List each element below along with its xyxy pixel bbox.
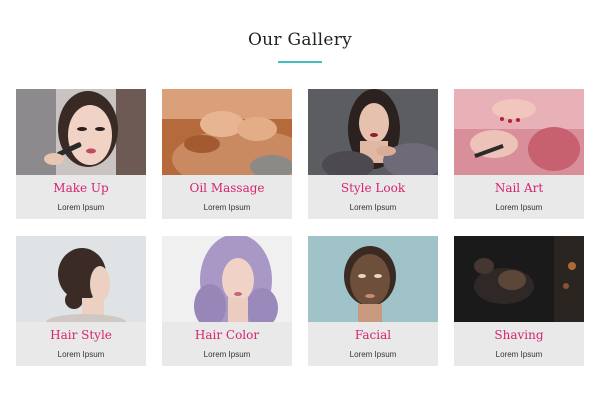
gallery-card-facial[interactable]: Facial Lorem Ipsum bbox=[308, 236, 438, 366]
gallery-card-hair-style[interactable]: Hair Style Lorem Ipsum bbox=[16, 236, 146, 366]
card-title: Hair Style bbox=[50, 328, 112, 342]
card-subtitle: Lorem Ipsum bbox=[203, 203, 251, 212]
gallery-title: Our Gallery bbox=[247, 30, 353, 50]
card-title: Shaving bbox=[494, 328, 544, 342]
card-subtitle: Lorem Ipsum bbox=[495, 203, 543, 212]
card-title: Style Look bbox=[340, 181, 406, 195]
gallery-card-make-up[interactable]: Make Up Lorem Ipsum bbox=[16, 89, 146, 219]
gallery-card-shaving[interactable]: Shaving Lorem Ipsum bbox=[454, 236, 584, 366]
card-subtitle: Lorem Ipsum bbox=[349, 203, 397, 212]
card-subtitle: Lorem Ipsum bbox=[349, 350, 397, 359]
card-title: Hair Color bbox=[194, 328, 260, 342]
massage-photo bbox=[162, 89, 292, 175]
card-title: Facial bbox=[354, 328, 392, 342]
card-title: Nail Art bbox=[494, 181, 544, 195]
card-subtitle: Lorem Ipsum bbox=[203, 350, 251, 359]
nail-art-photo bbox=[454, 89, 584, 175]
hair-color-photo bbox=[162, 236, 292, 322]
hair-style-photo bbox=[16, 236, 146, 322]
card-subtitle: Lorem Ipsum bbox=[57, 350, 105, 359]
style-look-photo bbox=[308, 89, 438, 175]
gallery-card-oil-massage[interactable]: Oil Massage Lorem Ipsum bbox=[162, 89, 292, 219]
card-subtitle: Lorem Ipsum bbox=[57, 203, 105, 212]
gallery-card-nail-art[interactable]: Nail Art Lorem Ipsum bbox=[454, 89, 584, 219]
shaving-photo bbox=[454, 236, 584, 322]
gallery-card-style-look[interactable]: Style Look Lorem Ipsum bbox=[308, 89, 438, 219]
facial-photo bbox=[308, 236, 438, 322]
card-subtitle: Lorem Ipsum bbox=[495, 350, 543, 359]
gallery-card-hair-color[interactable]: Hair Color Lorem Ipsum bbox=[162, 236, 292, 366]
title-underline bbox=[278, 61, 322, 63]
makeup-photo bbox=[16, 89, 146, 175]
card-title: Make Up bbox=[53, 181, 109, 195]
card-title: Oil Massage bbox=[189, 181, 265, 195]
